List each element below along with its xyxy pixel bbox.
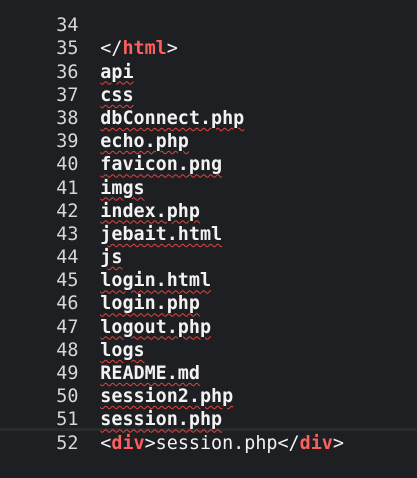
code-line-35[interactable]: 35 </html> [0,14,417,59]
code-line-43[interactable]: 43 jebait.html [0,200,417,245]
code-line-50[interactable]: 50 session2.php [0,362,417,407]
line-content: <div>session.php</div> [94,432,344,455]
code-line-47[interactable]: 47 logout.php [0,292,417,338]
tag-close-punct: > [144,432,156,454]
code-line-42[interactable]: 42 index.php [0,177,417,222]
code-line-36[interactable]: 36 api [0,37,417,83]
tag-open-punct: < [100,432,112,454]
code-line-44[interactable]: 44 js [0,223,417,268]
code-line-39[interactable]: 39 echo.php [0,107,417,152]
code-line-49[interactable]: 49 README.md [0,339,417,384]
code-line-partial: 34 [0,0,417,36]
code-line-37[interactable]: 37 css [0,61,417,106]
code-line-38[interactable]: 38 dbConnect.php [0,84,417,129]
code-line-41[interactable]: 41 imgs [0,153,417,199]
tag-name: div [111,432,145,454]
code-line-51[interactable]: 51 session.php [0,385,417,430]
code-line-46[interactable]: 46 login.php [0,269,417,314]
tag-name: div [299,432,333,454]
line-number: 52 [56,432,79,454]
code-line-52[interactable]: 52 <div>session.php</div> [0,408,417,454]
code-line-48[interactable]: 48 logs [0,316,417,361]
tag-close-punct: > [332,432,344,454]
element-inner-text: session.php [155,432,278,454]
code-line-40[interactable]: 40 favicon.png [0,130,417,175]
code-line-45[interactable]: 45 login.html [0,246,417,291]
code-editor[interactable]: 34 35 </html> 36 api 37 css 38 dbConnect.php… [0,0,417,454]
tag-open-punct: </ [277,432,300,454]
